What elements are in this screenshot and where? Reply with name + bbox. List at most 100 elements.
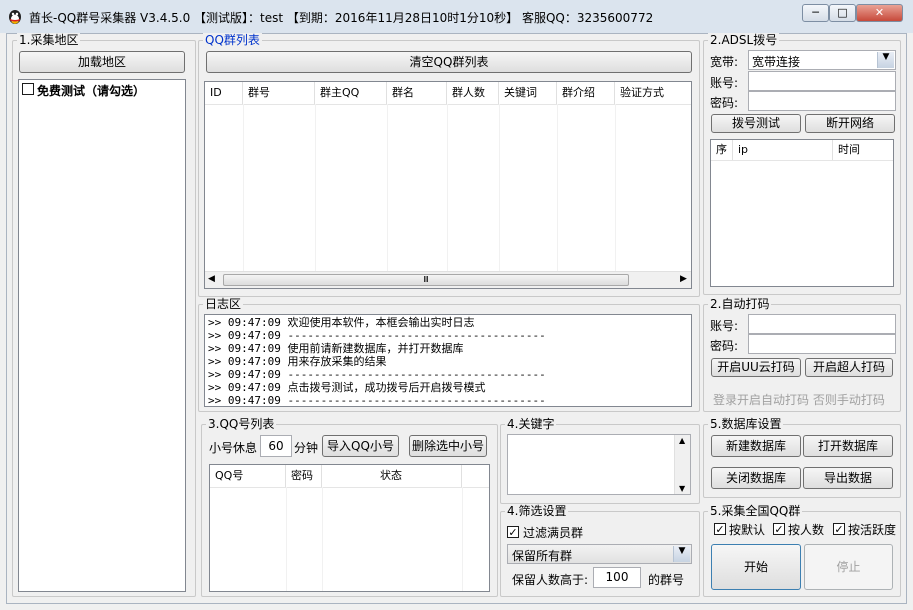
rest-unit-label: 分钟 [294, 441, 319, 455]
column-divider [387, 104, 388, 271]
database-group-label: 5.数据库设置 [708, 417, 784, 431]
adsl-account-input[interactable] [748, 71, 896, 91]
rest-label: 小号休息 [209, 441, 258, 455]
col-qq-number[interactable]: QQ号 [210, 465, 286, 487]
column-divider [315, 104, 316, 271]
region-list-item[interactable]: 免费测试（请勾选） [22, 82, 182, 98]
broadband-label: 宽带: [710, 55, 739, 69]
scroll-up-icon[interactable]: ▲ [679, 436, 685, 445]
keep-groups-value: 保留所有群 [512, 549, 573, 563]
region-item-checkbox[interactable] [22, 83, 34, 95]
new-database-button[interactable]: 新建数据库 [711, 435, 801, 457]
log-line: >> 09:47:09 点击拨号测试，成功拨号后开启拨号模式 [208, 381, 486, 394]
column-divider [557, 104, 558, 271]
export-data-button[interactable]: 导出数据 [803, 467, 893, 489]
dial-test-button[interactable]: 拨号测试 [711, 114, 801, 133]
log-textarea[interactable]: >> 09:47:09 欢迎使用本软件，本框会输出实时日志 >> 09:47:0… [204, 314, 692, 407]
log-lines: >> 09:47:09 欢迎使用本软件，本框会输出实时日志 >> 09:47:0… [208, 316, 546, 407]
min-members-input[interactable]: 100 [593, 567, 641, 588]
by-activity-checkbox[interactable]: ✓ [833, 523, 845, 535]
close-button[interactable]: ✕ [856, 4, 903, 22]
window-title: 酋长-QQ群号采集器 V3.4.5.0 【测试版】：test 【到期：2016年… [29, 11, 654, 25]
scroll-down-icon[interactable]: ▼ [679, 484, 685, 493]
super-captcha-button[interactable]: 开启超人打码 [805, 358, 893, 377]
column-divider [322, 487, 323, 591]
delete-selected-qq-button[interactable]: 删除选中小号 [409, 435, 487, 457]
load-region-button[interactable]: 加载地区 [19, 51, 185, 73]
adsl-password-label: 密码: [710, 96, 739, 110]
col-password[interactable]: 密码 [286, 465, 322, 487]
open-database-button[interactable]: 打开数据库 [803, 435, 893, 457]
filter-group-label: 4.筛选设置 [505, 504, 569, 518]
col-intro[interactable]: 群介绍 [557, 82, 615, 104]
dial-log-table[interactable]: 序 ip 时间 [710, 139, 894, 287]
disconnect-button[interactable]: 断开网络 [805, 114, 895, 133]
captcha-password-input[interactable] [748, 334, 896, 354]
chevron-down-icon[interactable]: ▼ [877, 52, 894, 68]
log-line: >> 09:47:09 ----------------------------… [208, 394, 546, 407]
keywords-textarea[interactable]: ▲ ▼ [507, 434, 691, 495]
region-item-label: 免费测试（请勾选） [37, 84, 146, 98]
col-owner-qq[interactable]: 群主QQ [315, 82, 387, 104]
col-time[interactable]: 时间 [833, 140, 893, 160]
col-keyword[interactable]: 关键词 [499, 82, 557, 104]
rest-minutes-input[interactable]: 60 [260, 435, 292, 457]
qq-groups-table[interactable]: ID 群号 群主QQ 群名 群人数 关键词 群介绍 验证方式 ◀ Ⅲ ▶ [204, 81, 692, 289]
col-group-number[interactable]: 群号 [243, 82, 315, 104]
adsl-password-input[interactable] [748, 91, 896, 111]
minimize-button[interactable]: ─ [802, 4, 829, 22]
close-database-button[interactable]: 关闭数据库 [711, 467, 801, 489]
col-status[interactable]: 状态 [322, 465, 462, 487]
col-member-count[interactable]: 群人数 [447, 82, 499, 104]
start-button[interactable]: 开始 [711, 544, 801, 590]
maximize-button[interactable]: □ [829, 4, 856, 22]
adsl-group-label: 2.ADSL拨号 [708, 33, 780, 47]
qq-accounts-table[interactable]: QQ号 密码 状态 [209, 464, 490, 592]
col-verify[interactable]: 验证方式 [615, 82, 691, 104]
qq-accounts-header: QQ号 密码 状态 [210, 465, 489, 488]
adsl-account-label: 账号: [710, 76, 739, 90]
column-divider [447, 104, 448, 271]
clear-qq-groups-button[interactable]: 清空QQ群列表 [206, 51, 692, 73]
collect-group-label: 5.采集全国QQ群 [708, 504, 803, 518]
scroll-right-icon[interactable]: ▶ [680, 274, 687, 284]
captcha-account-input[interactable] [748, 314, 896, 334]
filter-full-checkbox[interactable]: ✓ [507, 526, 519, 538]
col-id[interactable]: ID [205, 82, 243, 104]
broadband-select[interactable]: 宽带连接 ▼ [748, 50, 896, 70]
scroll-left-icon[interactable]: ◀ [208, 274, 215, 284]
dial-log-header: 序 ip 时间 [711, 140, 893, 161]
captcha-group-label: 2.自动打码 [708, 297, 772, 311]
qq-groups-group-label: QQ群列表 [203, 33, 262, 47]
log-line: >> 09:47:09 ----------------------------… [208, 368, 546, 381]
min-members-label: 保留人数高于: [512, 573, 589, 587]
log-line: >> 09:47:09 用来存放采集的结果 [208, 355, 387, 368]
stop-button[interactable]: 停止 [804, 544, 893, 590]
by-default-checkbox[interactable]: ✓ [714, 523, 726, 535]
column-divider [243, 104, 244, 271]
vertical-scrollbar[interactable]: ▲ ▼ [674, 435, 690, 494]
filter-full-label: 过滤满员群 [523, 526, 584, 540]
uu-captcha-button[interactable]: 开启UU云打码 [711, 358, 801, 377]
by-members-label: 按人数 [788, 523, 825, 537]
log-line: >> 09:47:09 欢迎使用本软件，本框会输出实时日志 [208, 316, 475, 329]
min-members-suffix: 的群号 [648, 573, 685, 587]
qq-groups-table-header: ID 群号 群主QQ 群名 群人数 关键词 群介绍 验证方式 [205, 82, 691, 105]
captcha-account-label: 账号: [710, 319, 739, 333]
region-list[interactable]: 免费测试（请勾选） [18, 79, 186, 592]
col-seq[interactable]: 序 [711, 140, 733, 160]
column-divider [499, 104, 500, 271]
region-group-label: 1.采集地区 [17, 33, 81, 47]
qq-penguin-icon [9, 10, 21, 24]
col-ip[interactable]: ip [733, 140, 833, 160]
by-members-checkbox[interactable]: ✓ [773, 523, 785, 535]
chevron-down-icon[interactable]: ▼ [673, 546, 690, 562]
keep-groups-select[interactable]: 保留所有群 ▼ [507, 544, 692, 564]
col-group-name[interactable]: 群名 [387, 82, 447, 104]
scrollbar-thumb[interactable]: Ⅲ [223, 274, 629, 286]
title-bar[interactable]: 酋长-QQ群号采集器 V3.4.5.0 【测试版】：test 【到期：2016年… [0, 0, 913, 33]
column-divider [615, 104, 616, 271]
import-qq-button[interactable]: 导入QQ小号 [322, 435, 399, 457]
horizontal-scrollbar[interactable]: ◀ Ⅲ ▶ [205, 271, 691, 288]
keywords-group-label: 4.关键字 [505, 417, 557, 431]
